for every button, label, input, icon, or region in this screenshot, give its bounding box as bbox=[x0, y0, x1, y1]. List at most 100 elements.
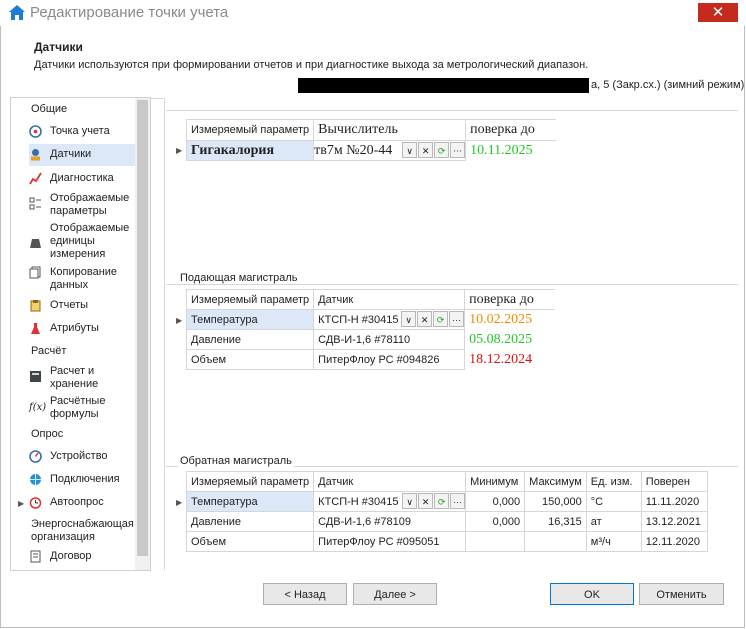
table-row[interactable]: Объем ПитерФлоу РС #094826 18.12.2024 bbox=[185, 349, 555, 370]
sensor-cell[interactable]: КТСП-Н #30415 ∨ ✕ ⟳ ··· bbox=[313, 491, 467, 512]
calc-param-cell[interactable]: Гигакалория bbox=[185, 140, 315, 161]
table-row[interactable]: Объем ПитерФлоу РС #095051 м³/ч 12.11.20… bbox=[185, 531, 708, 552]
param-cell[interactable]: Температура bbox=[185, 491, 315, 512]
sensor-value: КТСП-Н #30415 bbox=[318, 313, 399, 326]
verify-cell: 18.12.2024 bbox=[469, 351, 533, 367]
sidebar: Общие Точка учета Датчики Диагностика От… bbox=[10, 97, 151, 571]
sidebar-item-displayed-params[interactable]: Отображаемые параметры bbox=[29, 192, 144, 220]
next-button[interactable]: Далее > bbox=[353, 583, 437, 605]
table-row[interactable]: Давление СДВ-И-1,6 #78110 05.08.2025 bbox=[185, 329, 555, 350]
unit-cell[interactable]: м³/ч bbox=[585, 531, 642, 552]
sidebar-item-device[interactable]: Устройство bbox=[29, 450, 144, 464]
verified-cell[interactable]: 11.11.2020 bbox=[640, 491, 708, 512]
unit-cell[interactable]: °C bbox=[585, 491, 642, 512]
param-cell[interactable]: Объем bbox=[185, 349, 315, 370]
calc-device-cell[interactable]: тв7м №20-44 ∨ ✕ ⟳ ··· bbox=[313, 140, 467, 161]
ok-button[interactable]: OK bbox=[550, 583, 634, 605]
col-sensor: Датчик bbox=[313, 289, 466, 310]
clear-icon[interactable]: ✕ bbox=[418, 142, 434, 158]
unit-cell[interactable]: ат bbox=[585, 511, 642, 532]
clear-icon[interactable]: ✕ bbox=[418, 493, 434, 509]
sidebar-item-copy-data[interactable]: Копирование данных bbox=[29, 266, 144, 294]
verify-cell: 10.02.2025 bbox=[469, 311, 533, 327]
sidebar-item-diagnostics[interactable]: Диагностика bbox=[29, 172, 144, 186]
close-button[interactable]: ✕ bbox=[698, 3, 738, 22]
address-label: а, 5 (Закр.сх.) (зимний режим) bbox=[591, 79, 745, 91]
home-icon bbox=[9, 5, 25, 20]
sidebar-scrollbar[interactable] bbox=[135, 98, 150, 570]
more-icon[interactable]: ··· bbox=[450, 493, 465, 509]
weight-icon bbox=[30, 239, 41, 248]
refresh-icon[interactable]: ⟳ bbox=[434, 142, 450, 158]
sidebar-item-attributes[interactable]: Атрибуты bbox=[29, 322, 144, 336]
sidebar-item-displayed-units[interactable]: Отображаемые единицы измерения bbox=[29, 222, 144, 262]
max-cell[interactable]: 16,315 bbox=[524, 511, 587, 532]
dropdown-icon[interactable]: ∨ bbox=[402, 493, 418, 509]
sidebar-item-sensors[interactable]: Датчики bbox=[29, 144, 144, 166]
return-table: Измеряемый параметр Датчик Минимум Макси… bbox=[185, 471, 708, 552]
col-device: Вычислитель bbox=[313, 119, 467, 141]
calculator-icon bbox=[30, 371, 41, 382]
scrollbar-thumb[interactable] bbox=[137, 100, 148, 556]
gauge-icon bbox=[29, 125, 42, 138]
cancel-button[interactable]: Отменить bbox=[639, 583, 724, 605]
more-icon[interactable]: ··· bbox=[449, 311, 464, 327]
checklist-icon bbox=[29, 197, 41, 210]
sensor-cell[interactable]: СДВ-И-1,6 #78109 bbox=[313, 511, 467, 532]
editor-buttons: ∨ ✕ ⟳ ··· bbox=[401, 142, 465, 158]
param-cell[interactable]: Давление bbox=[185, 511, 315, 532]
min-cell[interactable]: 0,000 bbox=[465, 511, 526, 532]
contract-icon bbox=[30, 550, 41, 563]
table-row[interactable]: Давление СДВ-И-1,6 #78109 0,000 16,315 а… bbox=[185, 511, 708, 532]
copy-icon bbox=[29, 266, 41, 279]
verified-cell[interactable]: 13.12.2021 bbox=[640, 511, 708, 532]
col-param: Измеряемый параметр bbox=[185, 471, 315, 492]
refresh-icon[interactable]: ⟳ bbox=[434, 493, 450, 509]
sensor-value: КТСП-Н #30415 bbox=[318, 495, 399, 508]
param-cell[interactable]: Давление bbox=[185, 329, 315, 350]
return-title: Обратная магистраль bbox=[178, 455, 294, 467]
sidebar-item-contract[interactable]: Договор bbox=[29, 550, 144, 564]
back-button[interactable]: < Назад bbox=[263, 583, 347, 605]
table-row[interactable]: Температура КТСП-Н #30415 ∨ ✕ ⟳ ··· 10.0… bbox=[185, 309, 555, 330]
alarm-clock-icon bbox=[29, 497, 42, 509]
verified-cell[interactable]: 12.11.2020 bbox=[640, 531, 708, 552]
min-cell[interactable] bbox=[465, 531, 526, 552]
min-cell[interactable]: 0,000 bbox=[465, 491, 526, 512]
table-row[interactable]: Температура КТСП-Н #30415 ∨ ✕ ⟳ ··· 0,00… bbox=[185, 491, 708, 512]
param-cell[interactable]: Объем bbox=[185, 531, 315, 552]
clipboard-icon bbox=[30, 300, 41, 312]
sidebar-item-calc-storage[interactable]: Расчет и хранение bbox=[29, 365, 144, 393]
sensor-cell[interactable]: ПитерФлоу РС #095051 bbox=[313, 531, 467, 552]
sidebar-item-formulas[interactable]: f(x) Расчётные формулы bbox=[29, 395, 144, 423]
page-description: Датчики используются при формировании от… bbox=[34, 59, 589, 71]
sidebar-item-reports[interactable]: Отчеты bbox=[29, 299, 144, 313]
col-param: Измеряемый параметр bbox=[185, 289, 315, 310]
verify-cell: 05.08.2025 bbox=[469, 331, 533, 347]
max-cell[interactable] bbox=[524, 531, 587, 552]
col-min: Минимум bbox=[465, 471, 526, 492]
clear-icon[interactable]: ✕ bbox=[417, 311, 433, 327]
max-cell[interactable]: 150,000 bbox=[524, 491, 587, 512]
globe-icon bbox=[30, 474, 41, 485]
dropdown-icon[interactable]: ∨ bbox=[402, 142, 418, 158]
refresh-icon[interactable]: ⟳ bbox=[433, 311, 449, 327]
dropdown-icon[interactable]: ∨ bbox=[401, 311, 417, 327]
device-icon bbox=[29, 450, 42, 463]
col-verified: Поверен bbox=[640, 471, 708, 492]
sidebar-item-point[interactable]: Точка учета bbox=[29, 125, 144, 139]
sensor-cell[interactable]: СДВ-И-1,6 #78110 bbox=[313, 329, 466, 350]
sidebar-item-autopoll[interactable]: Автоопрос bbox=[29, 496, 144, 510]
group-org: Энергоснабжающая организация bbox=[31, 518, 134, 543]
editor-buttons: ∨ ✕ ⟳ ··· bbox=[400, 311, 464, 327]
col-max: Максимум bbox=[524, 471, 587, 492]
row-indicator-icon: ▶ bbox=[176, 498, 183, 507]
sensor-cell[interactable]: ПитерФлоу РС #094826 bbox=[313, 349, 466, 370]
expand-arrow-icon[interactable]: ▶ bbox=[18, 499, 24, 508]
col-unit: Ед. изм. bbox=[585, 471, 642, 492]
col-param: Измеряемый параметр bbox=[185, 119, 315, 141]
sidebar-item-connections[interactable]: Подключения bbox=[29, 473, 144, 487]
sensor-cell[interactable]: КТСП-Н #30415 ∨ ✕ ⟳ ··· bbox=[313, 309, 466, 330]
param-cell[interactable]: Температура bbox=[185, 309, 315, 330]
more-icon[interactable]: ··· bbox=[450, 142, 465, 158]
